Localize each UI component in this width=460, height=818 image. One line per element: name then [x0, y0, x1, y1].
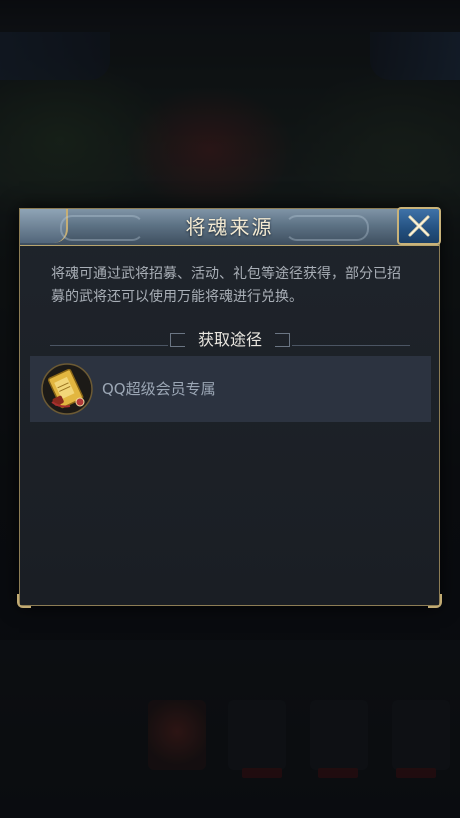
close-icon [408, 215, 430, 237]
corner-ornament [17, 594, 31, 608]
divider-line [292, 345, 410, 346]
section-title: 获取途径 [197, 330, 262, 349]
source-item-label: QQ超级会员专属 [102, 380, 216, 398]
corner-ornament [428, 594, 442, 608]
divider-ornament [275, 333, 290, 347]
scroll-icon [40, 362, 94, 416]
dialog-title-bar: 将魂来源 [20, 209, 439, 246]
close-button[interactable] [397, 207, 441, 245]
source-item-qq-super-vip[interactable]: QQ超级会员专属 [30, 356, 431, 422]
section-header: 获取途径 [50, 329, 410, 351]
source-dialog: 将魂来源 将魂可通过武将招募、活动、礼包等途径获得，部分已招募的武将还可以使用万… [17, 207, 442, 608]
dialog-title: 将魂来源 [185, 215, 274, 239]
dialog-description: 将魂可通过武将招募、活动、礼包等途径获得，部分已招募的武将还可以使用万能将魂进行… [51, 266, 401, 305]
